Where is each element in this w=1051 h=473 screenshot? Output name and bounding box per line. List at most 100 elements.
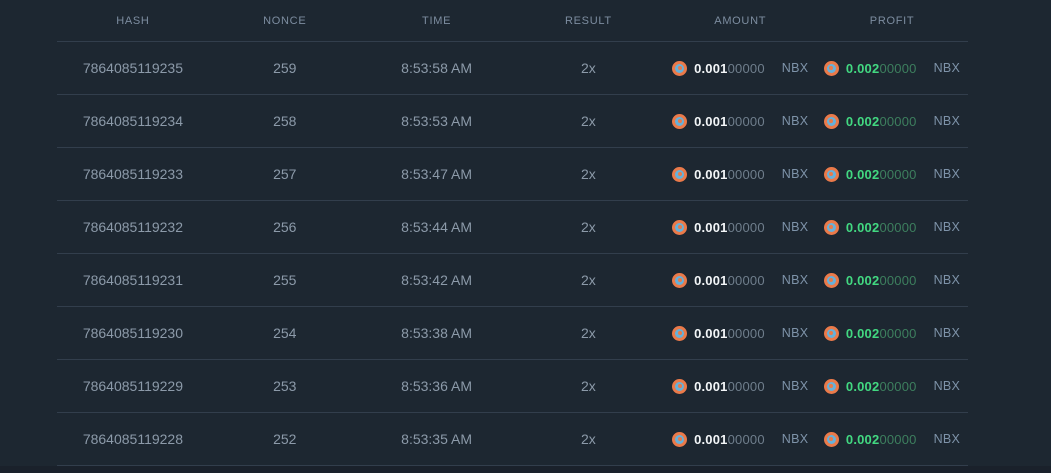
- profit-value: 0.00200000: [845, 378, 917, 394]
- profit-currency-label: NBX: [933, 61, 961, 75]
- amount-value: 0.00100000: [694, 272, 765, 288]
- amount-cell: 0.00100000 NBX: [664, 166, 816, 182]
- amount-value: 0.00100000: [694, 166, 765, 182]
- amount-cell: 0.00100000 NBX: [664, 60, 816, 76]
- amount-cell: 0.00100000 NBX: [664, 431, 816, 447]
- profit-value: 0.00200000: [845, 60, 917, 76]
- amount-value: 0.00100000: [694, 378, 765, 394]
- profit-cell: 0.00200000 NBX: [816, 378, 968, 394]
- amount-cell: 0.00100000 NBX: [664, 378, 816, 394]
- coin-icon: [672, 378, 688, 394]
- bottom-strip: [0, 466, 1051, 473]
- amount-cell: 0.00100000 NBX: [664, 325, 816, 341]
- hash-cell: 7864085119231: [82, 272, 183, 288]
- coin-icon: [672, 272, 688, 288]
- hash-cell: 7864085119232: [82, 219, 183, 235]
- nonce-cell: 256: [273, 219, 297, 235]
- bet-history-table: HASH NONCE TIME RESULT AMOUNT PROFIT 786…: [57, 0, 968, 466]
- profit-currency-label: NBX: [933, 326, 961, 340]
- amount-value: 0.00100000: [694, 113, 765, 129]
- coin-icon: [823, 60, 839, 76]
- column-header-nonce: NONCE: [263, 14, 307, 27]
- nonce-cell: 252: [273, 431, 297, 447]
- nonce-cell: 259: [273, 60, 297, 76]
- amount-cell: 0.00100000 NBX: [664, 113, 816, 129]
- table-body: 7864085119235 259 8:53:58 AM 2x 0.001000…: [57, 42, 968, 466]
- coin-icon: [672, 219, 688, 235]
- amount-currency-label: NBX: [781, 61, 809, 75]
- amount-value: 0.00100000: [694, 325, 765, 341]
- hash-cell: 7864085119233: [82, 166, 183, 182]
- table-row[interactable]: 7864085119228 252 8:53:35 AM 2x 0.001000…: [57, 413, 968, 466]
- amount-value: 0.00100000: [694, 431, 765, 447]
- result-cell: 2x: [581, 113, 596, 129]
- coin-icon: [672, 431, 688, 447]
- coin-icon: [672, 325, 688, 341]
- result-cell: 2x: [581, 378, 596, 394]
- nonce-cell: 254: [273, 325, 297, 341]
- table-row[interactable]: 7864085119233 257 8:53:47 AM 2x 0.001000…: [57, 148, 968, 201]
- amount-cell: 0.00100000 NBX: [664, 219, 816, 235]
- column-header-result: RESULT: [565, 14, 612, 27]
- time-cell: 8:53:38 AM: [401, 325, 472, 341]
- table-header-row: HASH NONCE TIME RESULT AMOUNT PROFIT: [57, 0, 968, 42]
- hash-cell: 7864085119234: [82, 113, 183, 129]
- profit-value: 0.00200000: [845, 272, 917, 288]
- profit-value: 0.00200000: [845, 166, 917, 182]
- result-cell: 2x: [581, 60, 596, 76]
- coin-icon: [823, 272, 839, 288]
- profit-value: 0.00200000: [845, 113, 917, 129]
- coin-icon: [823, 431, 839, 447]
- profit-currency-label: NBX: [933, 114, 961, 128]
- amount-currency-label: NBX: [781, 167, 809, 181]
- table-row[interactable]: 7864085119232 256 8:53:44 AM 2x 0.001000…: [57, 201, 968, 254]
- profit-cell: 0.00200000 NBX: [816, 219, 968, 235]
- coin-icon: [672, 113, 688, 129]
- amount-value: 0.00100000: [694, 60, 765, 76]
- coin-icon: [823, 166, 839, 182]
- profit-currency-label: NBX: [933, 432, 961, 446]
- time-cell: 8:53:58 AM: [401, 60, 472, 76]
- result-cell: 2x: [581, 325, 596, 341]
- hash-cell: 7864085119235: [82, 60, 183, 76]
- profit-value: 0.00200000: [845, 219, 917, 235]
- column-header-time: TIME: [422, 14, 452, 27]
- result-cell: 2x: [581, 219, 596, 235]
- result-cell: 2x: [581, 272, 596, 288]
- amount-currency-label: NBX: [781, 273, 809, 287]
- coin-icon: [823, 378, 839, 394]
- hash-cell: 7864085119228: [82, 431, 183, 447]
- table-row[interactable]: 7864085119231 255 8:53:42 AM 2x 0.001000…: [57, 254, 968, 307]
- profit-cell: 0.00200000 NBX: [816, 113, 968, 129]
- profit-cell: 0.00200000 NBX: [816, 325, 968, 341]
- profit-currency-label: NBX: [933, 273, 961, 287]
- profit-value: 0.00200000: [845, 325, 917, 341]
- time-cell: 8:53:44 AM: [401, 219, 472, 235]
- time-cell: 8:53:42 AM: [401, 272, 472, 288]
- column-header-profit: PROFIT: [869, 14, 915, 27]
- profit-cell: 0.00200000 NBX: [816, 166, 968, 182]
- profit-cell: 0.00200000 NBX: [816, 431, 968, 447]
- profit-cell: 0.00200000 NBX: [816, 272, 968, 288]
- profit-currency-label: NBX: [933, 167, 961, 181]
- profit-currency-label: NBX: [933, 220, 961, 234]
- nonce-cell: 255: [273, 272, 297, 288]
- profit-value: 0.00200000: [845, 431, 917, 447]
- nonce-cell: 258: [273, 113, 297, 129]
- amount-value: 0.00100000: [694, 219, 765, 235]
- table-row[interactable]: 7864085119235 259 8:53:58 AM 2x 0.001000…: [57, 42, 968, 95]
- time-cell: 8:53:47 AM: [401, 166, 472, 182]
- profit-currency-label: NBX: [933, 379, 961, 393]
- profit-cell: 0.00200000 NBX: [816, 60, 968, 76]
- column-header-amount: AMOUNT: [714, 14, 767, 27]
- table-row[interactable]: 7864085119234 258 8:53:53 AM 2x 0.001000…: [57, 95, 968, 148]
- result-cell: 2x: [581, 431, 596, 447]
- time-cell: 8:53:35 AM: [401, 431, 472, 447]
- nonce-cell: 257: [273, 166, 297, 182]
- table-row[interactable]: 7864085119230 254 8:53:38 AM 2x 0.001000…: [57, 307, 968, 360]
- column-header-hash: HASH: [116, 14, 150, 27]
- amount-cell: 0.00100000 NBX: [664, 272, 816, 288]
- amount-currency-label: NBX: [781, 379, 809, 393]
- coin-icon: [672, 166, 688, 182]
- table-row[interactable]: 7864085119229 253 8:53:36 AM 2x 0.001000…: [57, 360, 968, 413]
